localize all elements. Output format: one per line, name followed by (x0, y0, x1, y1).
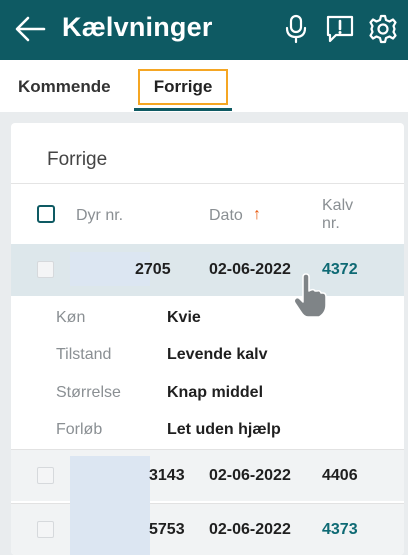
select-all-checkbox[interactable] (37, 205, 55, 223)
tab-bar: Kommende Forrige (0, 60, 408, 112)
hand-cursor-icon (293, 273, 327, 318)
kalv-link[interactable]: 4373 (322, 521, 358, 539)
page-title: Kælvninger (62, 12, 213, 42)
cell-dato: 02-06-2022 (209, 467, 291, 484)
detail-label: Køn (56, 309, 86, 326)
column-header-dato[interactable]: Dato (209, 207, 243, 225)
arrow-up-icon: ↑ (253, 206, 261, 223)
cell-dato: 02-06-2022 (209, 261, 291, 278)
app-header: Kælvninger (0, 0, 408, 60)
table-row[interactable]: 2705 02-06-2022 4372 (11, 244, 404, 296)
column-header-kalv[interactable]: Kalv nr. (322, 197, 362, 233)
cell-kalv: 4406 (322, 467, 358, 484)
gear-icon[interactable] (368, 14, 398, 44)
row-detail-panel: Køn Kvie Tilstand Levende kalv Størrelse… (11, 296, 404, 449)
column-header-dyr[interactable]: Dyr nr. (76, 207, 123, 225)
cell-dyr: 5753 (149, 521, 185, 538)
detail-label: Størrelse (56, 384, 121, 401)
detail-label: Tilstand (56, 346, 112, 363)
detail-value: Knap middel (167, 384, 264, 401)
calvings-card: Forrige Dyr nr. Dato ↑ Kalv nr. 2705 02-… (11, 123, 404, 555)
back-arrow-icon[interactable] (14, 14, 46, 44)
detail-value: Kvie (167, 309, 201, 326)
tab-forrige[interactable]: Forrige (138, 69, 228, 105)
redacted-area (70, 456, 150, 555)
active-tab-indicator (134, 108, 232, 111)
detail-label: Forløb (56, 421, 103, 438)
row-checkbox[interactable] (37, 467, 54, 484)
detail-value: Levende kalv (167, 346, 268, 363)
row-checkbox[interactable] (37, 261, 54, 278)
table-header: Dyr nr. Dato ↑ Kalv nr. (11, 183, 404, 243)
microphone-icon[interactable] (281, 14, 311, 44)
cell-dyr: 3143 (149, 467, 185, 484)
cell-dato: 02-06-2022 (209, 521, 291, 538)
detail-value: Let uden hjælp (167, 421, 281, 438)
cell-dyr: 2705 (135, 261, 171, 278)
alert-icon[interactable] (325, 14, 355, 44)
row-checkbox[interactable] (37, 521, 54, 538)
tab-kommende[interactable]: Kommende (18, 77, 111, 97)
card-title: Forrige (47, 149, 108, 170)
